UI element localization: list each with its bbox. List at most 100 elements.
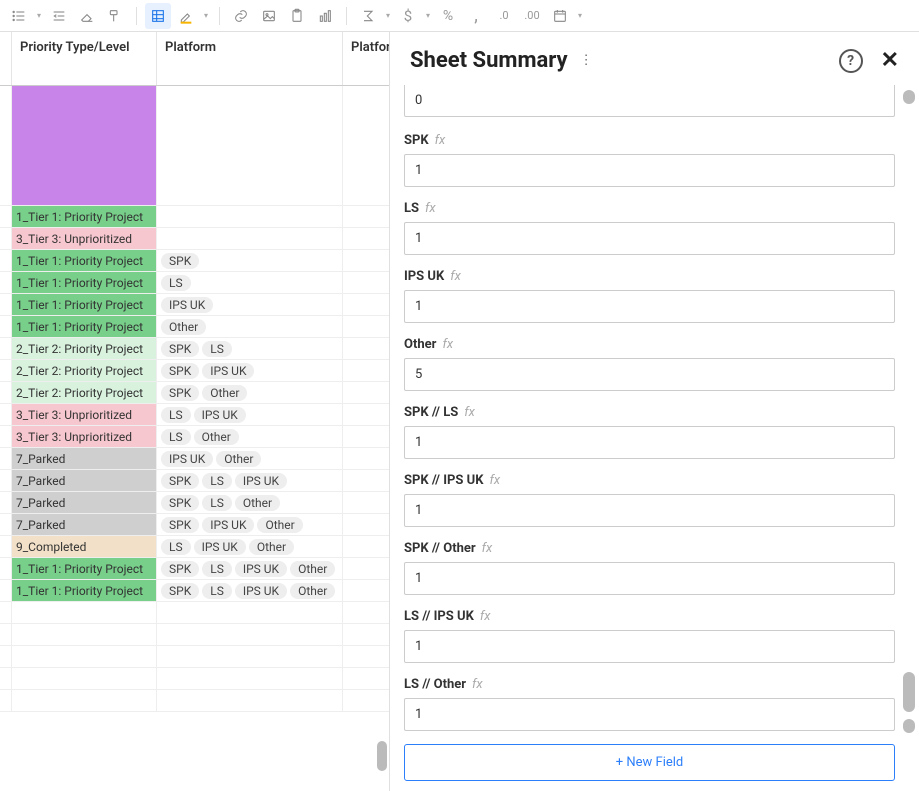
cell-priority[interactable]: 3_Tier 3: Unprioritized xyxy=(12,426,157,447)
cell-platform[interactable]: LSIPS UK xyxy=(157,404,343,425)
cell-priority[interactable]: 7_Parked xyxy=(12,492,157,513)
summary-field-value[interactable]: 1 xyxy=(404,698,895,731)
help-icon[interactable]: ? xyxy=(839,49,863,73)
close-icon[interactable]: ✕ xyxy=(881,50,899,72)
cell-platform[interactable]: SPKLSIPS UKOther xyxy=(157,580,343,601)
cell-platform[interactable]: SPKLSIPS UKOther xyxy=(157,558,343,579)
percent-icon[interactable]: % xyxy=(435,3,461,29)
cell-priority[interactable]: 7_Parked xyxy=(12,514,157,535)
cell-priority[interactable] xyxy=(12,646,157,667)
cell-priority[interactable] xyxy=(12,690,157,711)
dropdown-icon[interactable]: ▾ xyxy=(201,11,211,20)
grid-row[interactable]: 1_Tier 1: Priority ProjectLS xyxy=(0,272,389,294)
cell-priority[interactable]: 2_Tier 2: Priority Project xyxy=(12,338,157,359)
cell-priority[interactable]: 7_Parked xyxy=(12,448,157,469)
grid-row-empty[interactable] xyxy=(0,602,389,624)
summary-field-value[interactable]: 1 xyxy=(404,630,895,663)
dropdown-icon[interactable]: ▾ xyxy=(575,11,585,20)
cell-priority[interactable]: 1_Tier 1: Priority Project xyxy=(12,294,157,315)
grid-row[interactable]: 7_ParkedSPKLSOther xyxy=(0,492,389,514)
cell-platform[interactable]: SPK xyxy=(157,250,343,271)
grid-row-blank[interactable] xyxy=(0,86,389,206)
column-header-platform[interactable]: Platform xyxy=(157,32,343,85)
summary-field-value[interactable]: 5 xyxy=(404,358,895,391)
grid-row[interactable]: 3_Tier 3: UnprioritizedLSOther xyxy=(0,426,389,448)
vertical-scrollbar-thumb[interactable] xyxy=(377,741,387,771)
grid-row[interactable]: 2_Tier 2: Priority ProjectSPKIPS UK xyxy=(0,360,389,382)
cell-priority[interactable]: 3_Tier 3: Unprioritized xyxy=(12,404,157,425)
image-icon[interactable] xyxy=(256,3,282,29)
cell-priority[interactable]: 1_Tier 1: Priority Project xyxy=(12,316,157,337)
vertical-scrollbar-thumb[interactable] xyxy=(903,90,915,104)
cell-priority[interactable] xyxy=(12,602,157,623)
grid-view-icon[interactable] xyxy=(145,3,171,29)
cell-priority[interactable]: 2_Tier 2: Priority Project xyxy=(12,360,157,381)
summary-field-value[interactable]: 1 xyxy=(404,426,895,459)
clipboard-icon[interactable] xyxy=(284,3,310,29)
summary-field-value[interactable]: 1 xyxy=(404,290,895,323)
cell-platform[interactable] xyxy=(157,602,343,623)
grid-row[interactable]: 1_Tier 1: Priority ProjectOther xyxy=(0,316,389,338)
cell-priority[interactable] xyxy=(12,668,157,689)
cell-platform[interactable]: IPS UKOther xyxy=(157,448,343,469)
grid-row[interactable]: 9_CompletedLSIPS UKOther xyxy=(0,536,389,558)
outdent-icon[interactable] xyxy=(46,3,72,29)
summary-field-value[interactable]: 1 xyxy=(404,222,895,255)
cell-platform[interactable]: SPKOther xyxy=(157,382,343,403)
cell-platform[interactable]: SPKLS xyxy=(157,338,343,359)
cell-priority[interactable]: 9_Completed xyxy=(12,536,157,557)
bar-chart-icon[interactable] xyxy=(312,3,338,29)
dropdown-icon[interactable]: ▾ xyxy=(423,11,433,20)
cell-platform[interactable] xyxy=(157,668,343,689)
bullet-list-icon[interactable] xyxy=(6,3,32,29)
grid-row[interactable]: 3_Tier 3: Unprioritized xyxy=(0,228,389,250)
grid-row[interactable]: 3_Tier 3: UnprioritizedLSIPS UK xyxy=(0,404,389,426)
grid-row[interactable]: 7_ParkedIPS UKOther xyxy=(0,448,389,470)
grid-row[interactable]: 2_Tier 2: Priority ProjectSPKLS xyxy=(0,338,389,360)
cell-platform[interactable]: SPKLSOther xyxy=(157,492,343,513)
sigma-icon[interactable] xyxy=(355,3,381,29)
column-header-priority[interactable]: Priority Type/Level xyxy=(12,32,157,85)
thousands-icon[interactable]: , xyxy=(463,3,489,29)
cell-platform[interactable]: SPKIPS UK xyxy=(157,360,343,381)
grid-row[interactable]: 1_Tier 1: Priority Project xyxy=(0,206,389,228)
currency-icon[interactable]: $ xyxy=(395,3,421,29)
cell-priority[interactable] xyxy=(12,624,157,645)
kebab-menu-icon[interactable]: ⋮ xyxy=(580,53,593,68)
grid-row-empty[interactable] xyxy=(0,690,389,712)
vertical-scrollbar-thumb[interactable] xyxy=(903,672,915,712)
dropdown-icon[interactable]: ▾ xyxy=(383,11,393,20)
grid-row[interactable]: 7_ParkedSPKLSIPS UK xyxy=(0,470,389,492)
grid-row-empty[interactable] xyxy=(0,624,389,646)
cell-platform[interactable]: LS xyxy=(157,272,343,293)
grid-row[interactable]: 7_ParkedSPKIPS UKOther xyxy=(0,514,389,536)
grid-row[interactable]: 1_Tier 1: Priority ProjectSPKLSIPS UKOth… xyxy=(0,580,389,602)
grid-row-empty[interactable] xyxy=(0,668,389,690)
grid-row[interactable]: 1_Tier 1: Priority ProjectSPK xyxy=(0,250,389,272)
new-field-button[interactable]: + New Field xyxy=(404,744,895,781)
link-icon[interactable] xyxy=(228,3,254,29)
cell-platform[interactable] xyxy=(157,228,343,249)
cell-platform[interactable]: SPKIPS UKOther xyxy=(157,514,343,535)
summary-field-value[interactable]: 1 xyxy=(404,494,895,527)
cell-platform[interactable]: SPKLSIPS UK xyxy=(157,470,343,491)
cell-priority[interactable]: 1_Tier 1: Priority Project xyxy=(12,272,157,293)
cell-priority[interactable]: 1_Tier 1: Priority Project xyxy=(12,580,157,601)
grid-row[interactable]: 2_Tier 2: Priority ProjectSPKOther xyxy=(0,382,389,404)
column-header-platform-level[interactable]: Platform Level xyxy=(343,32,389,85)
cell-platform[interactable] xyxy=(157,206,343,227)
grid-row[interactable]: 1_Tier 1: Priority ProjectIPS UK xyxy=(0,294,389,316)
cell-priority[interactable]: 1_Tier 1: Priority Project xyxy=(12,206,157,227)
cell-priority[interactable]: 3_Tier 3: Unprioritized xyxy=(12,228,157,249)
cell-platform[interactable] xyxy=(157,86,343,205)
dropdown-icon[interactable]: ▾ xyxy=(34,11,44,20)
cell-platform[interactable]: Other xyxy=(157,316,343,337)
grid-row-empty[interactable] xyxy=(0,646,389,668)
summary-field-value[interactable]: 1 xyxy=(404,154,895,187)
cell-platform[interactable]: LSOther xyxy=(157,426,343,447)
cell-priority[interactable]: 1_Tier 1: Priority Project xyxy=(12,250,157,271)
grid-row[interactable]: 1_Tier 1: Priority ProjectSPKLSIPS UKOth… xyxy=(0,558,389,580)
date-format-icon[interactable] xyxy=(547,3,573,29)
cell-priority[interactable]: 7_Parked xyxy=(12,470,157,491)
cell-platform[interactable] xyxy=(157,690,343,711)
